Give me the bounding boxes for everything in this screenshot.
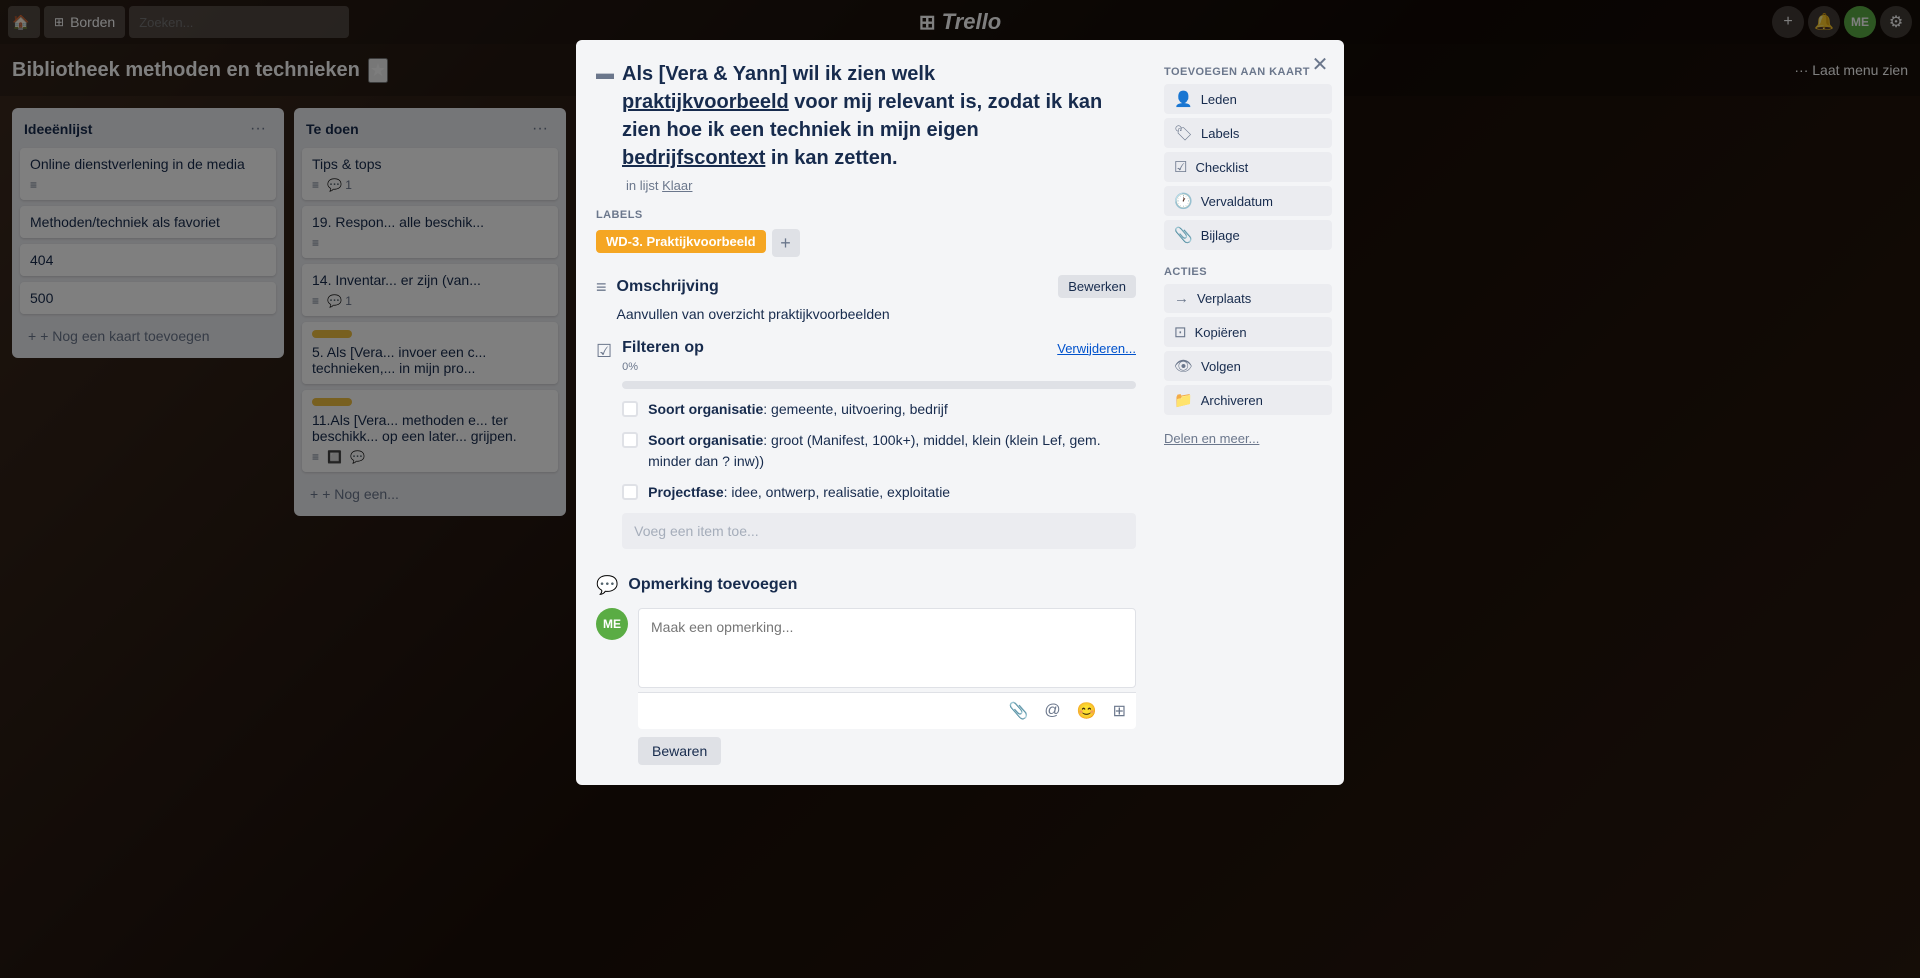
mention-icon: @: [1044, 702, 1060, 719]
label-tag: WD-3. Praktijkvoorbeeld: [596, 230, 766, 253]
modal-list-ref: in lijst Klaar: [596, 178, 1136, 193]
attachment-icon: 📎: [1174, 226, 1193, 244]
actions-heading: ACTIES: [1164, 266, 1332, 278]
follow-icon: 👁: [1174, 357, 1193, 375]
format-icon: ⊞: [1113, 703, 1126, 720]
move-label: Verplaats: [1197, 291, 1251, 306]
checklist-label: Checklist: [1195, 160, 1248, 175]
members-label: Leden: [1201, 92, 1237, 107]
comment-icon: 💬: [596, 575, 618, 596]
labels-heading: LABELS: [596, 209, 1136, 221]
archive-button[interactable]: 📁 Archiveren: [1164, 385, 1332, 415]
comment-heading: Opmerking toevoegen: [628, 576, 797, 594]
share-link-button[interactable]: Delen en meer...: [1164, 427, 1259, 450]
list-ref-link[interactable]: Klaar: [662, 178, 692, 193]
comment-attach-button[interactable]: 📎: [1007, 699, 1031, 723]
members-icon: 👤: [1174, 90, 1193, 108]
archive-icon: 📁: [1174, 391, 1193, 409]
move-button[interactable]: → Verplaats: [1164, 284, 1332, 313]
comment-input[interactable]: [638, 608, 1136, 688]
card-modal: ▬ Als [Vera & Yann] wil ik zien welk pra…: [576, 40, 1344, 785]
move-icon: →: [1174, 290, 1189, 307]
copy-label: Kopiëren: [1195, 325, 1247, 340]
save-comment-button[interactable]: Bewaren: [638, 737, 721, 765]
checklist-text-1: Soort organisatie: gemeente, uitvoering,…: [648, 399, 948, 420]
description-edit-button[interactable]: Bewerken: [1058, 275, 1136, 298]
add-due-date-button[interactable]: 🕐 Vervaldatum: [1164, 186, 1332, 216]
archive-label: Archiveren: [1201, 393, 1263, 408]
filter-heading: Filteren op: [622, 339, 704, 357]
close-icon: ✕: [1312, 52, 1329, 77]
checklist-item-3: Projectfase: idee, ontwerp, realisatie, …: [622, 482, 1136, 503]
description-icon: ≡: [596, 277, 607, 298]
progress-percent: 0%: [622, 361, 1136, 373]
checklist-checkbox-3[interactable]: [622, 484, 638, 500]
labels-icon: 🏷: [1174, 124, 1193, 142]
description-heading: Omschrijving: [617, 278, 719, 296]
modal-overlay[interactable]: ▬ Als [Vera & Yann] wil ik zien welk pra…: [0, 0, 1920, 978]
add-item-placeholder[interactable]: Voeg een item toe...: [622, 513, 1136, 549]
emoji-icon: 😊: [1077, 703, 1097, 720]
modal-close-button[interactable]: ✕: [1304, 48, 1336, 80]
add-label-icon: +: [780, 233, 791, 254]
modal-title: Als [Vera & Yann] wil ik zien welk prakt…: [622, 60, 1104, 172]
modal-card-icon: ▬: [596, 63, 614, 84]
comment-mention-button[interactable]: @: [1042, 699, 1062, 723]
follow-button[interactable]: 👁 Volgen: [1164, 351, 1332, 381]
add-attachment-button[interactable]: 📎 Bijlage: [1164, 220, 1332, 250]
checklist-text-3: Projectfase: idee, ontwerp, realisatie, …: [648, 482, 950, 503]
checklist-icon: ☑: [1174, 158, 1187, 176]
checklist-checkbox-2[interactable]: [622, 432, 638, 448]
add-label-button[interactable]: +: [772, 229, 800, 257]
add-checklist-button[interactable]: ☑ Checklist: [1164, 152, 1332, 182]
description-text: Aanvullen van overzicht praktijkvoorbeel…: [617, 304, 1136, 325]
labels-label: Labels: [1201, 126, 1239, 141]
filter-icon: ☑: [596, 341, 612, 362]
comment-input-wrap: 📎 @ 😊 ⊞ Bewaren: [638, 608, 1136, 765]
comment-emoji-button[interactable]: 😊: [1075, 699, 1099, 723]
due-date-label: Vervaldatum: [1201, 194, 1273, 209]
follow-label: Volgen: [1201, 359, 1241, 374]
add-members-button[interactable]: 👤 Leden: [1164, 84, 1332, 114]
copy-button[interactable]: ⊡ Kopiëren: [1164, 317, 1332, 347]
due-date-icon: 🕐: [1174, 192, 1193, 210]
add-labels-button[interactable]: 🏷 Labels: [1164, 118, 1332, 148]
checklist-checkbox-1[interactable]: [622, 401, 638, 417]
filter-remove-button[interactable]: Verwijderen...: [1057, 341, 1136, 356]
comment-format-button[interactable]: ⊞: [1111, 699, 1128, 723]
attachment-label: Bijlage: [1201, 228, 1240, 243]
comment-avatar: ME: [596, 608, 628, 640]
copy-icon: ⊡: [1174, 323, 1187, 341]
checklist-item-1: Soort organisatie: gemeente, uitvoering,…: [622, 399, 1136, 420]
checklist-item-2: Soort organisatie: groot (Manifest, 100k…: [622, 430, 1136, 472]
attach-icon: 📎: [1009, 703, 1029, 720]
modal-sidebar: TOEVOEGEN AAN KAART 👤 Leden 🏷 Labels ☑ C…: [1152, 40, 1344, 785]
checklist-text-2: Soort organisatie: groot (Manifest, 100k…: [648, 430, 1136, 472]
